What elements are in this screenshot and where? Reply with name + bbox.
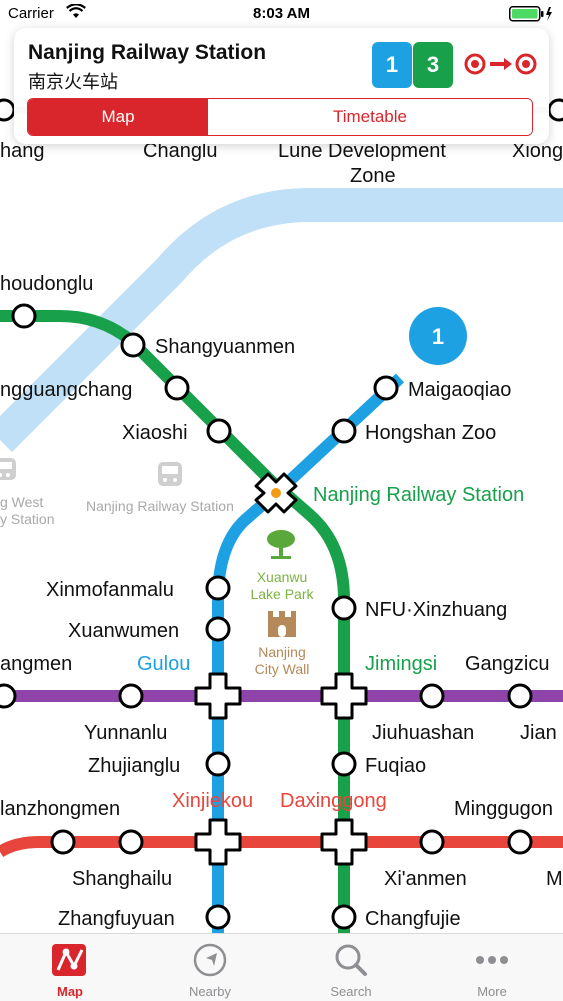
station-marker[interactable]: [507, 683, 533, 709]
landmark-label-xuanwu: Xuanwu: [257, 569, 308, 585]
line-badge-1[interactable]: 1: [372, 42, 412, 88]
city-wall-icon: [268, 611, 296, 637]
status-bar: Carrier 8:03 AM: [0, 0, 563, 28]
station-label-zhujianglu[interactable]: Zhujianglu: [88, 755, 180, 777]
station-marker[interactable]: [331, 904, 357, 930]
map-icon: [50, 942, 90, 983]
line-2-track: [0, 836, 563, 858]
station-label-fuqiao[interactable]: Fuqiao: [365, 755, 426, 777]
station-marker[interactable]: [118, 829, 144, 855]
station-marker[interactable]: [0, 98, 16, 122]
station-label-partial[interactable]: Gangzicu: [465, 653, 550, 675]
station-label-partial[interactable]: Zone: [350, 165, 396, 187]
interchange-marker-jimingsi[interactable]: [320, 672, 368, 720]
interchange-marker-xinjiekou[interactable]: [194, 818, 242, 866]
station-marker[interactable]: [205, 751, 231, 777]
station-marker[interactable]: [206, 418, 232, 444]
station-marker[interactable]: [331, 751, 357, 777]
station-label-partial[interactable]: M: [546, 868, 563, 890]
station-marker[interactable]: [331, 418, 357, 444]
station-label-nfu-xinzhuang[interactable]: NFU·Xinzhuang: [365, 599, 507, 621]
station-marker[interactable]: [331, 595, 357, 621]
landmark-label-city-wall: City Wall: [255, 661, 310, 677]
station-label-shangyuanmen[interactable]: Shangyuanmen: [155, 336, 295, 358]
station-marker[interactable]: [118, 683, 144, 709]
tab-label: Search: [330, 984, 372, 999]
station-title-chinese: 南京火车站: [28, 72, 118, 93]
interchange-marker-gulou[interactable]: [194, 672, 242, 720]
landmark-label-nanjing: Nanjing: [258, 644, 305, 660]
station-marker[interactable]: [507, 829, 533, 855]
tab-more[interactable]: More: [422, 934, 562, 1001]
segment-timetable[interactable]: Timetable: [208, 99, 532, 135]
station-header-card: Nanjing Railway Station 南京火车站 1 3 Map Ti…: [14, 28, 549, 144]
station-marker[interactable]: [373, 375, 399, 401]
station-label-partial[interactable]: angmen: [0, 653, 72, 675]
station-label-hongshan-zoo[interactable]: Hongshan Zoo: [365, 422, 496, 444]
station-label-partial[interactable]: lanzhongmen: [0, 798, 120, 820]
landmark-label-partial: g West: [0, 494, 43, 510]
station-label-zhangfuyuan[interactable]: Zhangfuyuan: [58, 908, 175, 930]
compass-icon: [190, 942, 230, 983]
more-icon: [472, 942, 512, 983]
station-marker[interactable]: [205, 575, 231, 601]
station-label-yunnanlu[interactable]: Yunnanlu: [84, 722, 167, 744]
line-1-badge-number: 1: [432, 324, 444, 349]
train-icon: [0, 458, 16, 480]
tab-label: More: [477, 984, 507, 999]
tab-bar: Map Nearby Search More: [0, 933, 563, 1001]
tab-search[interactable]: Search: [281, 934, 421, 1001]
interchange-marker-daxinggong[interactable]: [320, 818, 368, 866]
station-label-jiuhuashan[interactable]: Jiuhuashan: [372, 722, 474, 744]
station-marker[interactable]: [0, 683, 17, 709]
segment-map[interactable]: Map: [28, 99, 208, 135]
station-label-changfujie[interactable]: Changfujie: [365, 908, 461, 930]
current-location-dot: [271, 488, 281, 498]
station-label-xinjiekou[interactable]: Xinjiekou: [172, 790, 253, 812]
landmark-label-lake-park: Lake Park: [250, 586, 314, 602]
tab-label: Map: [57, 984, 83, 999]
station-marker[interactable]: [419, 829, 445, 855]
station-label-shanghailu[interactable]: Shanghailu: [72, 868, 172, 890]
station-marker[interactable]: [164, 375, 190, 401]
status-time: 8:03 AM: [253, 5, 310, 22]
station-marker[interactable]: [547, 98, 563, 122]
tab-map[interactable]: Map: [0, 934, 140, 1001]
line-badge-3[interactable]: 3: [413, 42, 453, 88]
station-label-partial[interactable]: ngguangchang: [0, 379, 132, 401]
station-marker[interactable]: [205, 904, 231, 930]
station-marker[interactable]: [419, 683, 445, 709]
station-marker[interactable]: [120, 332, 146, 358]
station-label-partial[interactable]: houdonglu: [0, 273, 93, 295]
station-label-xianmen[interactable]: Xi'anmen: [384, 868, 467, 890]
battery-icon: [509, 6, 553, 26]
metro-map[interactable]: 1 hang Changlu Lune Development Zone Xio…: [0, 0, 563, 1000]
station-label-maigaoqiao[interactable]: Maigaoqiao: [408, 379, 511, 401]
station-label-nanjing-railway-station[interactable]: Nanjing Railway Station: [313, 484, 524, 506]
landmark-label-partial: y Station: [0, 511, 54, 527]
station-label-gulou[interactable]: Gulou: [137, 653, 190, 675]
route-direction-icon[interactable]: [464, 50, 542, 83]
search-icon: [331, 942, 371, 983]
station-marker[interactable]: [50, 829, 76, 855]
station-marker[interactable]: [11, 303, 37, 329]
tree-icon: [267, 530, 295, 559]
station-marker[interactable]: [205, 616, 231, 642]
station-label-xuanwumen[interactable]: Xuanwumen: [68, 620, 179, 642]
station-title-english: Nanjing Railway Station: [28, 41, 267, 64]
station-label-daxinggong[interactable]: Daxinggong: [280, 790, 387, 812]
station-label-partial[interactable]: Jian: [520, 722, 557, 744]
station-label-xiaoshi[interactable]: Xiaoshi: [122, 422, 188, 444]
train-icon: [158, 462, 182, 486]
station-label-partial[interactable]: Minggugon: [454, 798, 553, 820]
tab-nearby[interactable]: Nearby: [140, 934, 280, 1001]
station-label-xinmofanmalu[interactable]: Xinmofanmalu: [46, 579, 174, 601]
station-label-jimingsi[interactable]: Jimingsi: [365, 653, 437, 675]
tab-label: Nearby: [189, 984, 231, 999]
landmark-label-railway-station: Nanjing Railway Station: [86, 498, 234, 514]
view-segmented-control[interactable]: Map Timetable: [27, 98, 533, 136]
